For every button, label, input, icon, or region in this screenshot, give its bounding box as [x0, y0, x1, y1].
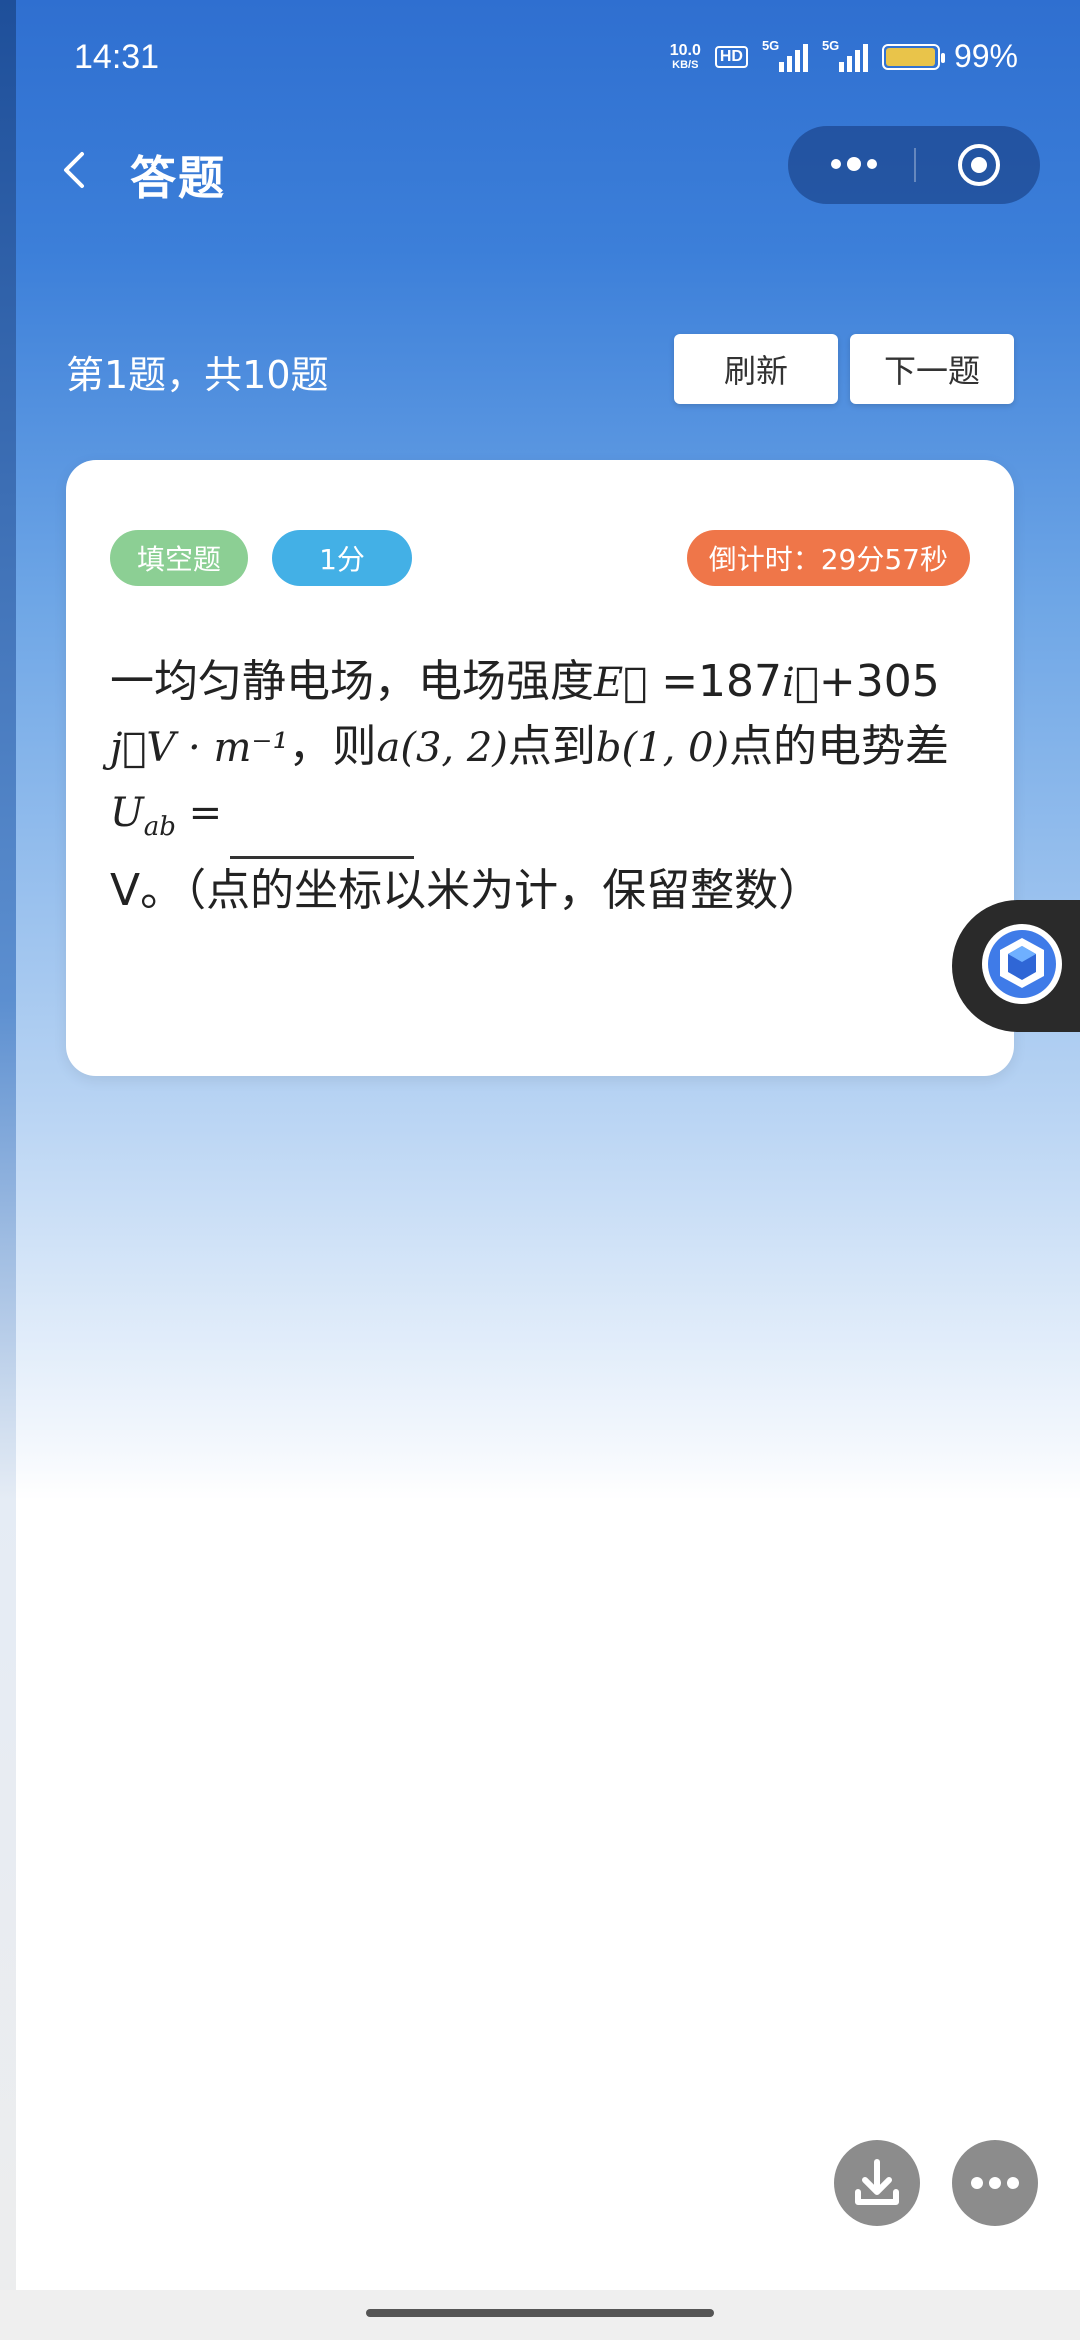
cube-assistant-icon — [982, 924, 1062, 1004]
app-screen: 14:31 10.0 KB/S HD 5G 5G 99% 答题 第1题，共10题… — [0, 0, 1080, 2340]
status-time: 14:31 — [74, 38, 160, 76]
question-text-part: 一均匀静电场，电场强度 — [110, 656, 594, 707]
download-icon — [855, 2159, 899, 2205]
question-text-part: ，则 — [288, 721, 377, 772]
home-indicator[interactable] — [366, 2309, 714, 2317]
question-text-part: =187 — [647, 656, 783, 707]
battery-percent: 99% — [953, 38, 1018, 74]
signal-sim1-tag: 5G — [761, 37, 780, 53]
download-button[interactable] — [834, 2140, 920, 2226]
math-i-vector: i⃗ — [782, 660, 819, 706]
page-title: 答题 — [130, 151, 226, 205]
target-circle-icon[interactable] — [956, 142, 1002, 188]
math-j-unit: j⃗V · m⁻¹ — [110, 725, 289, 771]
question-text-part: 点的电势差 — [729, 721, 950, 772]
status-indicators: 10.0 KB/S HD 5G 5G 99% — [670, 38, 1018, 75]
nav-bar: 答题 — [0, 120, 1080, 220]
status-bar: 14:31 10.0 KB/S HD 5G 5G 99% — [0, 0, 1080, 120]
signal-sim1-icon: 5G — [761, 37, 808, 74]
battery-icon — [881, 43, 945, 70]
more-dots-icon[interactable] — [826, 154, 882, 174]
math-eq: = — [175, 790, 223, 836]
math-u-subscript: ab — [143, 812, 176, 842]
chevron-left-icon[interactable] — [52, 146, 100, 194]
question-text-part: +305 — [818, 656, 940, 707]
math-point-b: b(1, 0) — [595, 725, 730, 771]
question-card: 填空题 1分 倒计时：29分57秒 一均匀静电场，电场强度E⃗ =187i⃗+3… — [66, 460, 1014, 1076]
question-progress: 第1题，共10题 — [66, 353, 329, 397]
question-text-part: V。（点的坐标以米为计，保留整数） — [110, 865, 823, 916]
math-u: U — [110, 790, 144, 836]
signal-sim2-tag: 5G — [821, 37, 840, 53]
next-question-button[interactable]: 下一题 — [850, 334, 1014, 404]
math-u-ab: Uab = — [110, 790, 223, 842]
left-edge-shadow — [0, 0, 16, 2340]
net-speed-value: 10.0 — [669, 41, 701, 59]
math-point-a: a(3, 2) — [376, 725, 508, 771]
battery-fill — [885, 47, 936, 66]
more-dots-icon — [971, 2177, 1019, 2189]
answer-blank-input[interactable] — [230, 808, 415, 859]
signal-sim2-icon: 5G — [821, 37, 868, 74]
refresh-button[interactable]: 刷新 — [674, 334, 838, 404]
countdown-timer: 倒计时：29分57秒 — [686, 530, 970, 586]
question-text: 一均匀静电场，电场强度E⃗ =187i⃗+305 j⃗V · m⁻¹，则a(3,… — [110, 650, 980, 923]
question-type-tag: 填空题 — [110, 530, 248, 586]
miniprogram-capsule — [788, 126, 1040, 204]
question-text-part: 点到 — [507, 721, 596, 772]
floating-assistant-button[interactable] — [952, 900, 1080, 1032]
net-speed: 10.0 KB/S — [669, 41, 701, 71]
hd-voice-badge: HD — [714, 45, 748, 68]
more-options-button[interactable] — [952, 2140, 1038, 2226]
math-e-vector: E⃗ — [594, 660, 648, 706]
score-tag: 1分 — [272, 530, 412, 586]
net-speed-unit: KB/S — [672, 58, 699, 71]
